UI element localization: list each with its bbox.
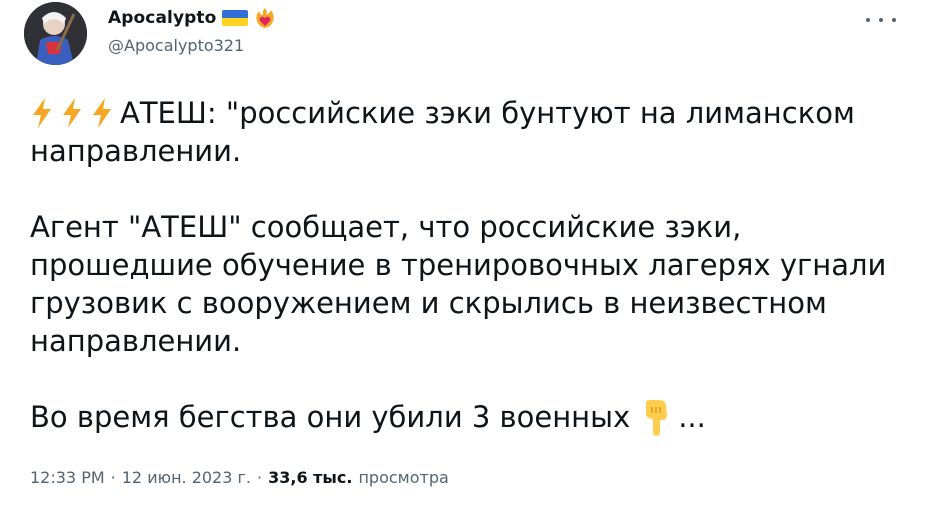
views-count[interactable]: 33,6 тыс. [268,468,352,487]
tweet-paragraph-3: Во время бегства они убили 3 военных... [30,398,890,437]
tweet-time[interactable]: 12:33 PM [30,468,105,487]
avatar[interactable] [24,2,87,65]
fire-heart-icon [254,7,276,29]
tweet-meta: 12:33 PM · 12 июн. 2023 г. · 33,6 тыс. п… [30,468,449,487]
meta-separator: · [257,468,263,487]
tweet-paragraph-1: АТЕШ: "российские зэки бунтуют на лиманс… [30,94,890,170]
ukraine-flag-icon [222,10,249,26]
display-name[interactable]: Apocalypto [108,8,216,28]
tweet-date[interactable]: 12 июн. 2023 г. [122,468,251,487]
display-name-row: Apocalypto [108,6,276,30]
tweet-paragraph-2: Агент "АТЕШ" сообщает, что российские зэ… [30,210,887,358]
tweet-header: Apocalypto @Apocalypto321 [24,2,904,66]
lightning-icon [30,97,54,129]
tweet-text: АТЕШ: "российские зэки бунтуют на лиманс… [30,94,890,437]
handle[interactable]: @Apocalypto321 [108,36,276,55]
backhand-index-pointing-down-icon [638,399,672,437]
lightning-icon [60,97,84,129]
lightning-icon [90,97,114,129]
tweet-paragraph-3-suffix: ... [678,400,706,434]
meta-separator: · [110,468,116,487]
tweet-line-1: АТЕШ: "российские зэки бунтуют на лиманс… [30,96,855,168]
views-label: просмотра [358,468,449,487]
tweet: Apocalypto @Apocalypto321 АТЕШ: "российс… [0,0,928,509]
tweet-paragraph-3-text: Во время бегства они убили 3 военных [30,400,631,434]
author-names: Apocalypto @Apocalypto321 [108,6,276,55]
more-options-icon[interactable] [866,12,896,28]
